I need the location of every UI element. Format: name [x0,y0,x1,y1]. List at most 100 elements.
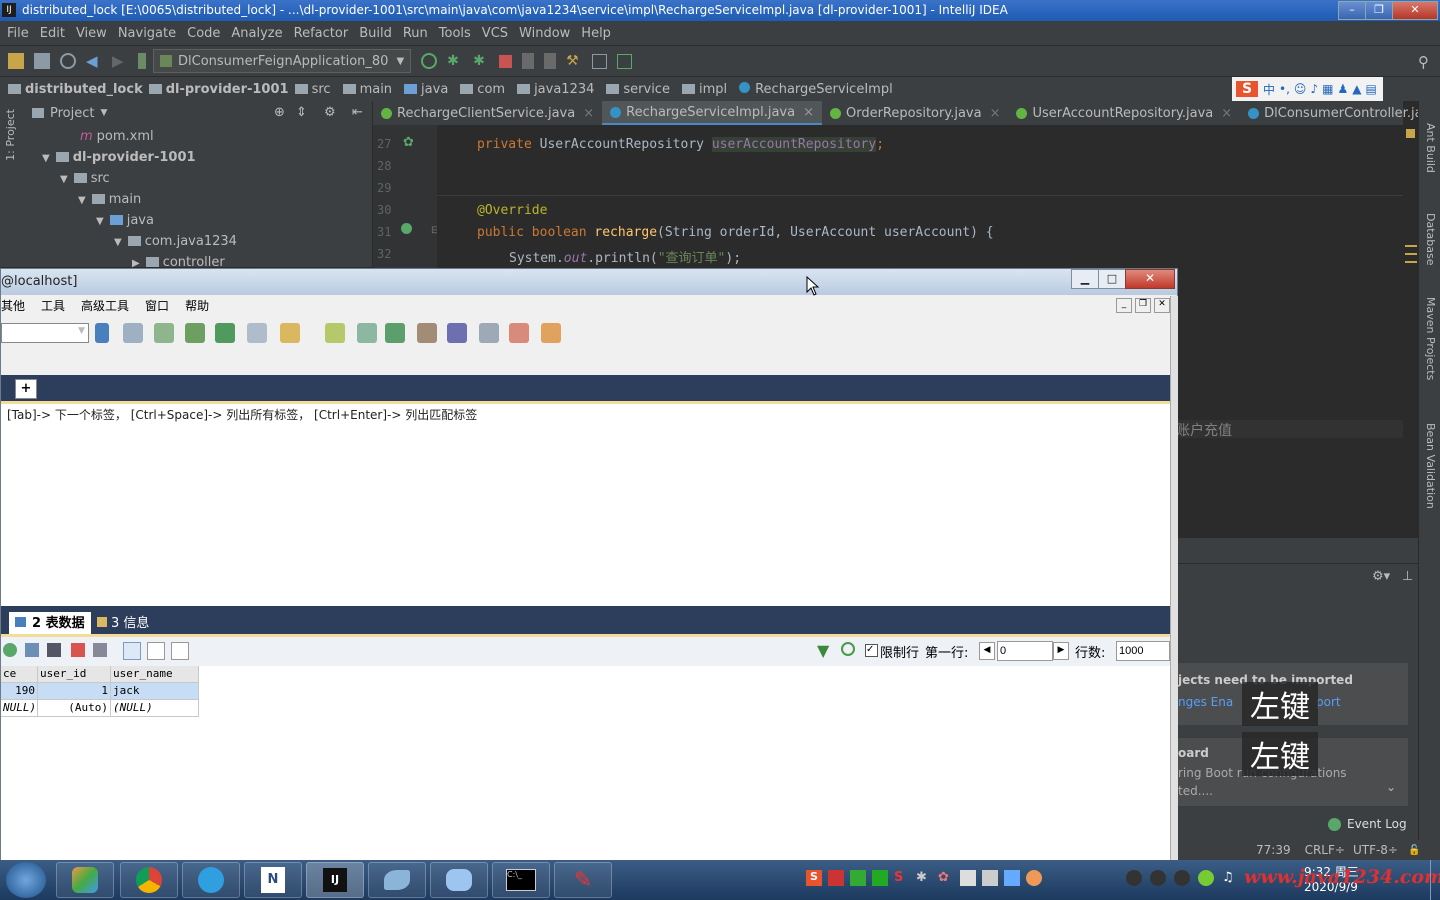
taskbar-app-paint[interactable]: ✎ [554,862,612,898]
taskbar-app-cloud[interactable] [430,862,488,898]
menu-view[interactable]: View [76,26,107,41]
tray-flower-icon[interactable]: ✿ [938,870,954,886]
tree-item-package[interactable]: ▼ com.java1234 [114,234,237,249]
scroll-from-source-icon[interactable]: ⊕ [274,105,285,120]
tray-orange-icon[interactable] [1026,870,1042,886]
back-arrow-icon[interactable]: ◀ [86,53,102,69]
breadcrumb-module[interactable]: dl-provider-1001 [148,82,289,97]
minimize-button[interactable]: – [1338,1,1366,20]
code-editor[interactable]: private UserAccountRepository userAccoun… [437,125,1403,268]
settings-wrench-icon[interactable]: ⚒ [566,53,582,69]
volume-icon[interactable]: ♫ [1222,870,1238,886]
gear-icon[interactable]: ⚙ [324,105,336,120]
run-config-select[interactable]: DlConsumerFeignApplication_80 ▼ [153,49,412,73]
monitor-icon[interactable] [479,323,499,343]
tray-plus-icon[interactable] [1198,870,1214,886]
event-log-button[interactable]: Event Log [1328,817,1407,831]
cancel-icon[interactable] [93,643,107,657]
tray-device-icon[interactable] [960,870,976,886]
breadcrumb-com[interactable]: com [460,82,511,97]
close-icon[interactable]: × [803,105,814,120]
qq-icon[interactable] [1150,870,1166,886]
tree-item-pom[interactable]: m pom.xml [80,129,154,144]
tray-app-icon[interactable] [828,870,844,886]
menu-advanced-tools[interactable]: 高级工具 [81,297,129,314]
migration-icon[interactable] [417,323,437,343]
mdi-restore-button[interactable]: ❐ [1135,298,1151,313]
menu-run[interactable]: Run [403,26,428,41]
calendar-icon[interactable] [509,323,529,343]
grid-cell[interactable]: 190 [1,683,38,700]
tree-item-module[interactable]: ▼ dl-provider-1001 [42,150,196,165]
breadcrumb-class[interactable]: RechargeServiceImpl [739,81,899,97]
expand-arrow-icon[interactable]: ▼ [60,174,68,185]
stop-icon[interactable] [499,54,513,68]
rerun-icon[interactable] [421,53,438,69]
maximize-button[interactable]: □ [1098,269,1126,289]
vertical-scrollbar[interactable] [1170,296,1178,860]
form-view-icon[interactable] [147,642,165,660]
nvidia-icon[interactable] [872,870,888,886]
grid-cell[interactable]: (Auto) [38,700,111,717]
search-everywhere-icon[interactable]: ⚲ [1418,53,1429,71]
query-builder-icon[interactable] [447,323,467,343]
tree-item-java[interactable]: ▼ java [96,213,154,228]
tray-display-icon[interactable] [1004,870,1020,886]
column-header[interactable]: ce [1,666,38,683]
first-row-input[interactable] [997,641,1053,661]
menu-refactor[interactable]: Refactor [294,26,349,41]
table-grid-icon[interactable] [247,323,267,343]
coverage-icon[interactable]: ✱ [473,53,489,69]
breadcrumb-service[interactable]: service [606,82,676,97]
forward-arrow-icon[interactable]: ▶ [112,53,128,69]
notification-link-import[interactable]: port [1316,695,1341,709]
tab-recharge-client-service[interactable]: RechargeClientService.java × [373,101,602,125]
tray-s-icon[interactable]: S [894,870,910,886]
bean-gutter-icon[interactable]: ✿ [403,135,414,150]
save-icon[interactable] [47,643,61,657]
sync-icon[interactable] [325,323,345,343]
qq-icon[interactable] [1174,870,1190,886]
expand-arrow-icon[interactable]: ▼ [96,216,104,227]
chevron-down-icon[interactable]: ▼ [100,108,107,118]
show-desktop-button[interactable] [1430,860,1440,900]
shield-icon[interactable] [850,870,866,886]
backup-icon[interactable] [185,323,205,343]
expand-arrow-icon[interactable]: ▼ [114,237,122,248]
column-header[interactable]: user_name [111,666,199,683]
minimize-button[interactable]: ▁ [1071,269,1099,289]
delete-icon[interactable] [71,643,85,657]
taskbar-app-library[interactable] [56,862,114,898]
text-view-icon[interactable] [171,642,189,660]
limit-rows-checkbox[interactable]: ✓ [865,644,878,657]
menu-edit[interactable]: Edit [40,26,65,41]
debug-icon[interactable]: ✱ [447,53,463,69]
close-button[interactable]: ✕ [1392,1,1438,20]
line-separator[interactable]: CRLF÷ [1305,843,1345,857]
chevron-down-icon[interactable]: ⌄ [1386,780,1396,794]
add-query-tab-button[interactable]: + [15,379,37,399]
input-method-toolbar[interactable]: S 中 •, ☺ ♪ ▦ ♟ ▲ ▤ [1232,77,1383,101]
hide-panel-icon[interactable]: ⇤ [352,105,363,120]
import-icon[interactable] [215,323,235,343]
notification-link-changes[interactable]: nges Ena [1178,695,1233,709]
schema-icon[interactable] [280,323,300,343]
collapse-all-icon[interactable]: ⇕ [296,105,307,120]
expand-arrow-icon[interactable]: ▼ [78,195,86,206]
taskbar-app-sqlyog[interactable] [368,862,426,898]
breadcrumb-java[interactable]: java [404,82,454,97]
grid-view-icon[interactable] [123,642,141,660]
sdk-icon[interactable] [617,53,633,69]
menu-help[interactable]: 帮助 [185,297,209,314]
compare-icon[interactable] [385,323,405,343]
duplicate-row-icon[interactable] [25,643,39,657]
maximize-button[interactable]: ❐ [1365,1,1393,20]
taskbar-app-editor[interactable]: N [244,862,302,898]
tab-dl-consumer-controller[interactable]: DlConsumerController.java× [1240,101,1440,125]
expand-arrow-icon[interactable]: ▼ [42,153,50,164]
column-header[interactable]: user_id [38,666,111,683]
taskbar-app-cmd[interactable]: C:\_ [492,862,550,898]
gear-icon[interactable]: ⚙▾ [1372,569,1390,584]
menu-help[interactable]: Help [581,26,611,41]
bean-validation-tool-tab[interactable]: Bean Validation [1424,423,1437,509]
